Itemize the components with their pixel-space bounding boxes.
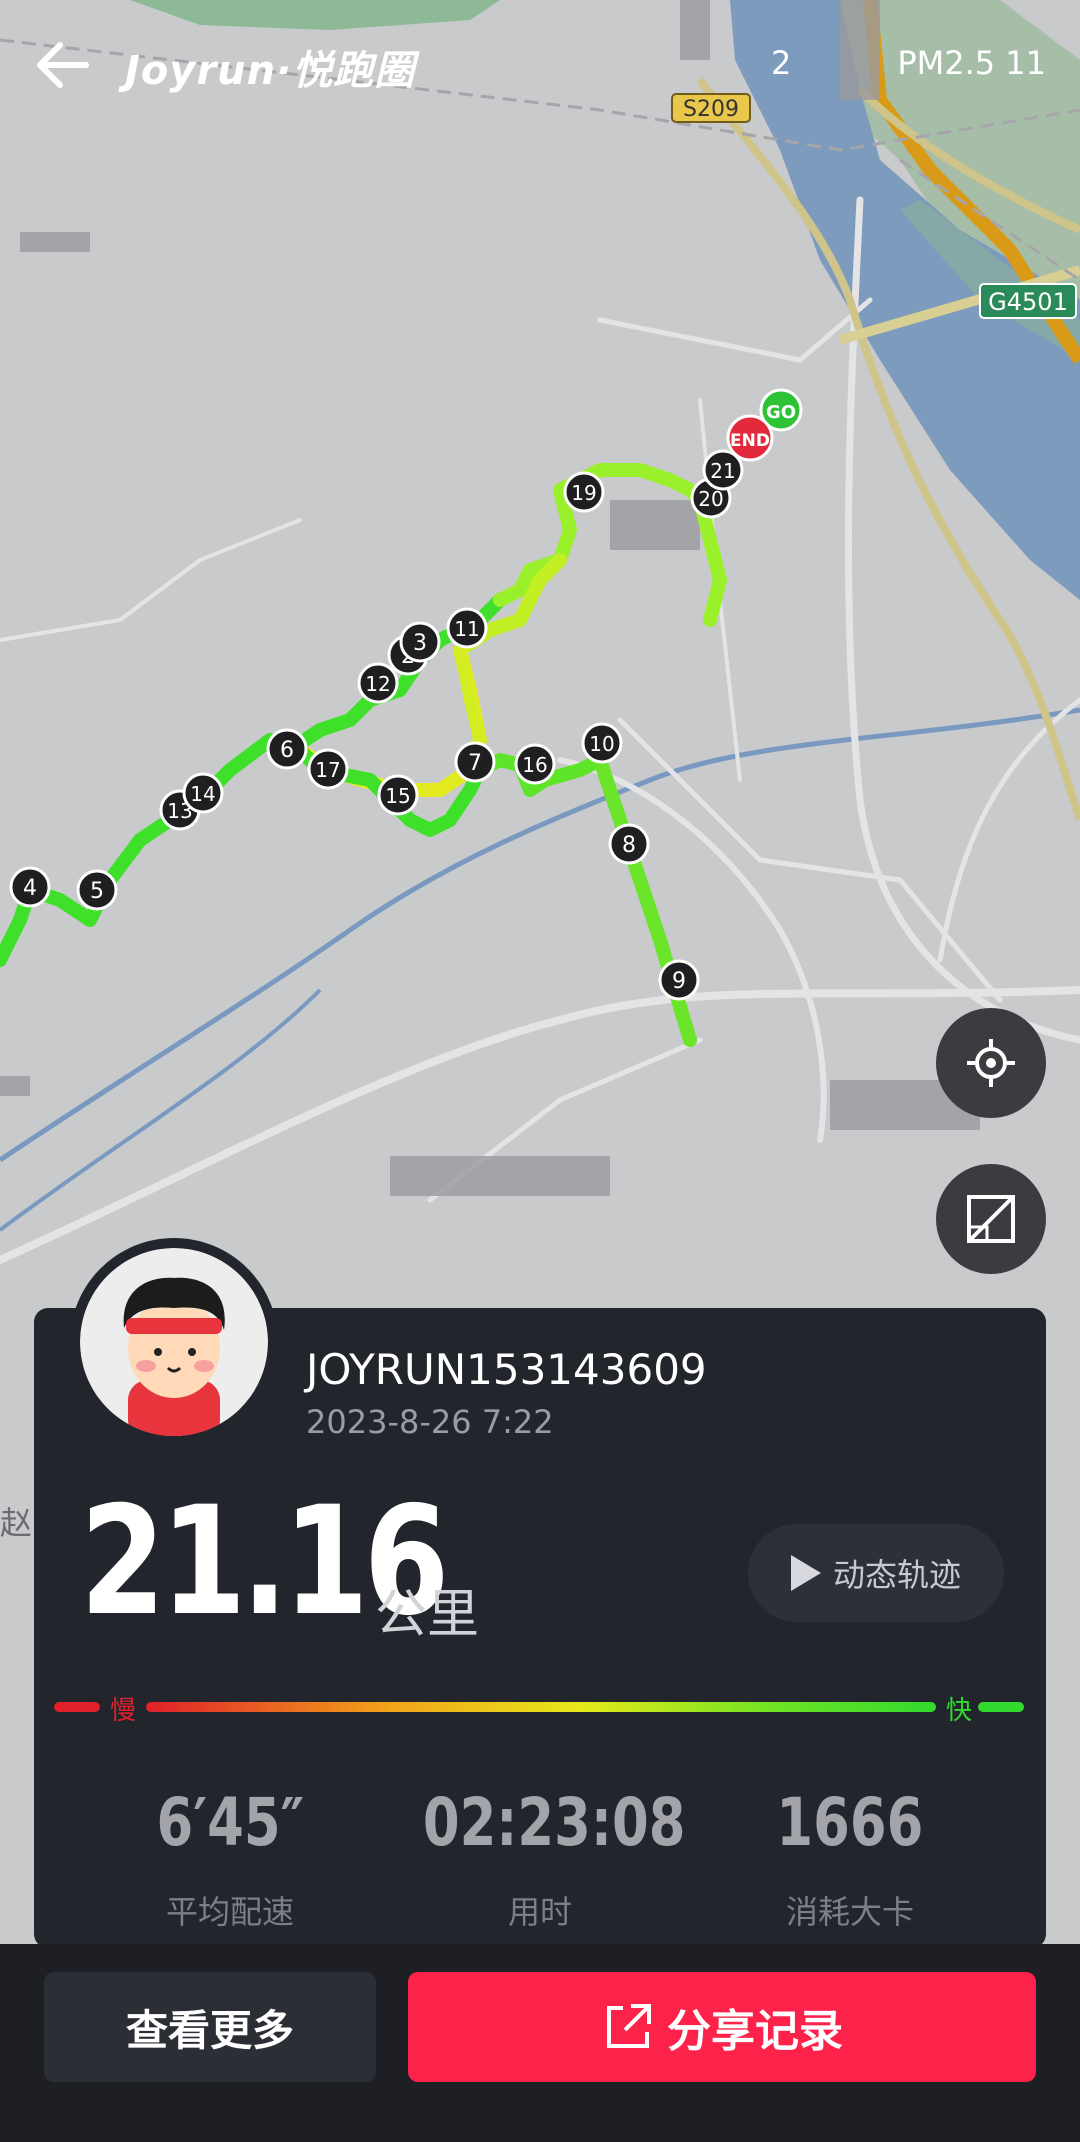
km-marker-label: 10 — [589, 732, 614, 756]
km-marker-label: 4 — [23, 876, 37, 901]
stat-duration-label: 用时 — [507, 1893, 572, 1931]
pace-slow-label: 慢 — [110, 1696, 137, 1726]
km-marker-16: 16 — [514, 743, 556, 785]
km-marker-19: 19 — [563, 471, 605, 513]
road-label-g4501: G4501 — [988, 288, 1068, 316]
stat-pace: 6′45″ 平均配速 — [80, 1784, 380, 1933]
km-marker-label: 14 — [190, 782, 215, 806]
stat-calories-label: 消耗大卡 — [785, 1893, 914, 1931]
pm25-value: PM2.5 11 — [897, 44, 1046, 82]
replay-label: 动态轨迹 — [832, 1556, 961, 1594]
km-marker-11: 11 — [446, 607, 488, 649]
km-marker-label: 6 — [280, 738, 294, 763]
map-layer-icon — [967, 1195, 1015, 1243]
locate-icon — [967, 1039, 1015, 1087]
km-marker-label: 8 — [622, 833, 636, 858]
km-marker-21: 21 — [702, 449, 744, 491]
avatar-illustration — [80, 1248, 268, 1436]
run-datetime: 2023-8-26 7:22 — [306, 1403, 554, 1441]
km-marker-label: 15 — [385, 784, 410, 808]
pace-gradient — [146, 1702, 936, 1712]
km-marker-label: 21 — [710, 459, 735, 483]
pace-legend: 慢 快 — [54, 1690, 1024, 1726]
share-label: 分享记录 — [667, 2006, 843, 2057]
km-marker-15: 15 — [377, 774, 419, 816]
map-style-button[interactable] — [936, 1164, 1046, 1274]
arrow-left-icon — [37, 42, 89, 88]
back-button[interactable] — [30, 30, 100, 100]
view-more-button[interactable]: 查看更多 — [44, 1972, 376, 2082]
avatar[interactable] — [70, 1238, 278, 1446]
km-marker-12: 12 — [357, 662, 399, 704]
distance-unit: 公里 — [375, 1585, 480, 1645]
km-marker-3: 3 — [399, 621, 441, 663]
km-marker-label: 20 — [698, 487, 723, 511]
svg-text:END: END — [730, 431, 770, 451]
km-marker-label: 16 — [522, 753, 547, 777]
pace-slow-segment — [54, 1702, 100, 1712]
km-marker-label: 19 — [571, 481, 596, 505]
km-marker-10: 10 — [581, 722, 623, 764]
km-marker-9: 9 — [658, 959, 700, 1001]
km-marker-label: 7 — [468, 751, 482, 776]
pace-fast-segment — [978, 1702, 1024, 1712]
share-icon — [607, 2004, 651, 2048]
stat-calories: 1666 消耗大卡 — [700, 1784, 1000, 1933]
stat-duration: 02:23:08 用时 — [390, 1784, 690, 1933]
km-marker-5: 5 — [76, 869, 118, 911]
km-marker-label: 5 — [90, 879, 104, 904]
pace-fast-label: 快 — [946, 1696, 973, 1726]
weather-info: 2 PM2.5 11 — [763, 44, 1046, 82]
app-brand: Joyrun·悦跑圈 — [125, 48, 416, 94]
weather-value: 2 — [770, 44, 792, 82]
km-marker-4: 4 — [9, 866, 51, 908]
stat-pace-value: 6′45″ — [156, 1784, 304, 1861]
top-bar: Joyrun·悦跑圈 2 PM2.5 11 — [0, 0, 1080, 130]
stat-calories-value: 1666 — [776, 1784, 924, 1861]
km-marker-7: 7 — [454, 741, 496, 783]
share-record-button[interactable]: 分享记录 — [408, 1972, 1036, 2082]
stat-pace-label: 平均配速 — [165, 1893, 294, 1931]
replay-track-button[interactable]: 动态轨迹 — [748, 1524, 1004, 1622]
km-marker-14: 14 — [182, 772, 224, 814]
km-marker-label: 12 — [365, 672, 390, 696]
locate-button[interactable] — [936, 1008, 1046, 1118]
username: JOYRUN153143609 — [306, 1345, 707, 1394]
stat-duration-value: 02:23:08 — [422, 1784, 686, 1861]
km-marker-17: 17 — [307, 748, 349, 790]
km-marker-label: 9 — [672, 969, 686, 994]
km-marker-label: 17 — [315, 758, 340, 782]
km-marker-label: 3 — [413, 631, 427, 656]
km-marker-6: 6 — [266, 728, 308, 770]
km-marker-8: 8 — [608, 823, 650, 865]
km-marker-label: 11 — [454, 617, 479, 641]
svg-text:GO: GO — [766, 402, 796, 423]
play-icon — [790, 1555, 821, 1591]
